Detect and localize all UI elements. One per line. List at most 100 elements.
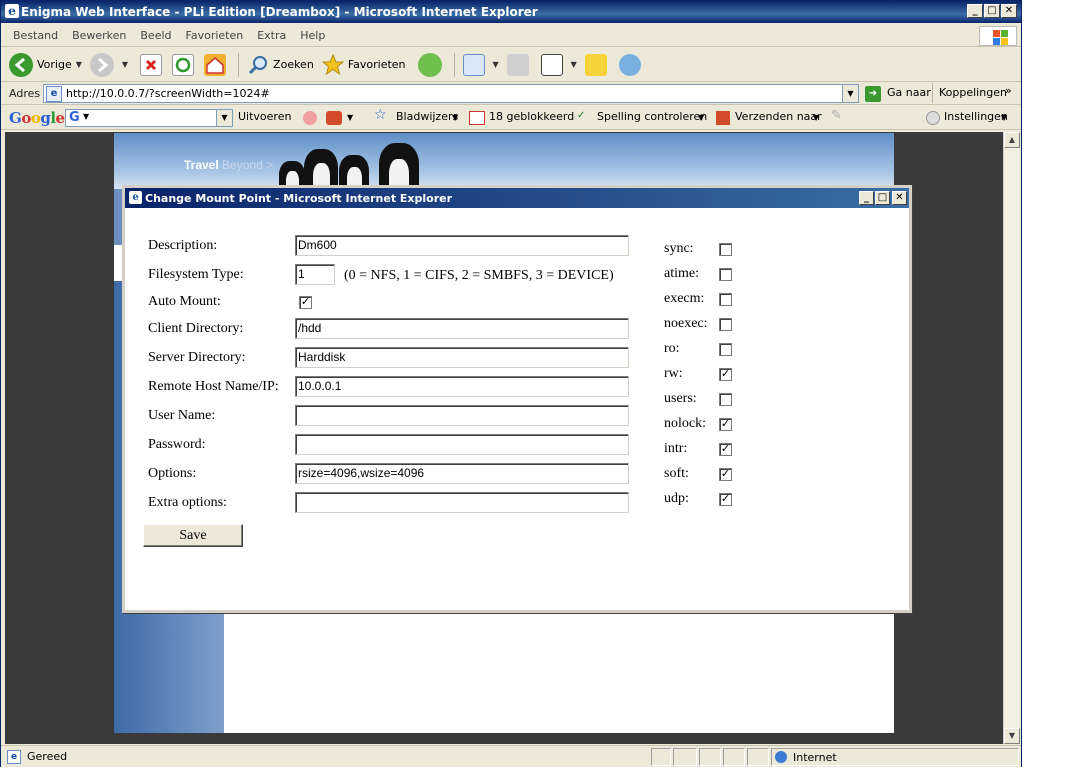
user-name-input[interactable] [295, 405, 629, 426]
flag-soft-checkbox[interactable]: ✓ [719, 468, 732, 481]
google-run-button[interactable]: Uitvoeren [238, 110, 291, 123]
send-to-dropdown-icon[interactable]: ▼ [813, 113, 819, 122]
back-dropdown-icon[interactable]: ▼ [76, 60, 82, 69]
close-button[interactable]: ✕ [1001, 4, 1017, 18]
remote-host-label: Remote Host Name/IP: [148, 379, 279, 394]
maximize-button[interactable]: □ [984, 4, 1000, 18]
filesystem-type-input[interactable]: 1 [295, 264, 335, 285]
flag-ro-label: ro: [664, 341, 680, 356]
favorites-button[interactable]: Favorieten [321, 53, 406, 76]
save-button[interactable]: Save [143, 524, 243, 547]
popup-blocker-icon[interactable] [469, 111, 485, 125]
description-input[interactable]: Dm600 [295, 235, 629, 256]
address-url[interactable]: http://10.0.0.7/?screenWidth=1024# [66, 87, 270, 100]
mail-icon[interactable] [462, 53, 485, 76]
server-directory-label: Server Directory: [148, 350, 246, 365]
remote-host-input[interactable]: 10.0.0.1 [295, 376, 629, 397]
flag-ro-checkbox[interactable] [719, 343, 732, 356]
popup-maximize-button[interactable]: □ [875, 191, 890, 205]
news-icon[interactable] [326, 111, 342, 125]
google-search-dropdown-icon[interactable]: ▼ [216, 110, 232, 126]
send-to-button[interactable]: Verzenden naar [735, 110, 822, 123]
flag-soft-label: soft: [664, 466, 689, 481]
popup-blocked-count[interactable]: 18 geblokkeerd [489, 110, 574, 123]
settings-dropdown-icon[interactable]: ▼ [1001, 113, 1007, 122]
google-menu-caret-icon[interactable]: ▼ [83, 112, 89, 121]
refresh-icon[interactable] [172, 53, 195, 76]
go-arrow-icon[interactable]: ➜ [865, 86, 881, 102]
search-button[interactable]: Zoeken [247, 54, 314, 76]
password-input[interactable] [295, 434, 629, 455]
spellcheck-dropdown-icon[interactable]: ▼ [698, 113, 704, 122]
banner-beyond: Beyond > [222, 158, 274, 172]
pagerank-icon [303, 111, 317, 125]
news-dropdown-icon[interactable]: ▼ [347, 113, 353, 122]
favorites-label: Favorieten [347, 58, 406, 71]
filesystem-type-hint: (0 = NFS, 1 = CIFS, 2 = SMBFS, 3 = DEVIC… [344, 268, 614, 283]
flag-nolock-checkbox[interactable]: ✓ [719, 418, 732, 431]
search-label: Zoeken [273, 58, 314, 71]
client-directory-input[interactable]: /hdd [295, 318, 629, 339]
links-button[interactable]: Koppelingen [939, 86, 1007, 99]
flag-rw-checkbox[interactable]: ✓ [719, 368, 732, 381]
options-input[interactable]: rsize=4096,wsize=4096 [295, 463, 629, 484]
stop-icon[interactable] [140, 53, 163, 76]
flag-udp-label: udp: [664, 491, 689, 506]
flag-noexec-checkbox[interactable] [719, 318, 732, 331]
forward-dropdown-icon[interactable]: ▼ [122, 60, 128, 69]
flag-sync-checkbox[interactable] [719, 243, 732, 256]
history-icon[interactable] [417, 52, 442, 77]
home-icon[interactable] [204, 53, 227, 76]
links-chevron-icon[interactable]: » [1005, 84, 1012, 97]
menu-beeld[interactable]: Beeld [140, 29, 171, 42]
bookmarks-button[interactable]: Bladwijzers [396, 110, 458, 123]
user-name-label: User Name: [148, 408, 216, 423]
menu-extra[interactable]: Extra [257, 29, 286, 42]
spellcheck-icon[interactable]: ✓ [577, 110, 585, 121]
popup-close-button[interactable]: ✕ [892, 191, 907, 205]
menu-help[interactable]: Help [300, 29, 325, 42]
flag-atime-checkbox[interactable] [719, 268, 732, 281]
standard-toolbar: Vorige ▼ ▼ Zoeken Favorieten ▼ ▼ [1, 48, 1021, 82]
popup-minimize-button[interactable]: _ [859, 191, 874, 205]
bookmark-star-icon[interactable]: ☆ [374, 107, 387, 123]
spellcheck-button[interactable]: Spelling controleren [597, 110, 707, 123]
highlighter-icon[interactable]: ✎ [831, 108, 842, 123]
status-panel [699, 748, 721, 766]
google-search-input[interactable]: G ▼ ▼ [65, 109, 233, 127]
flag-udp-checkbox[interactable]: ✓ [719, 493, 732, 506]
address-input[interactable]: e http://10.0.0.7/?screenWidth=1024# ▼ [43, 84, 859, 103]
address-dropdown-icon[interactable]: ▼ [842, 85, 858, 102]
scroll-up-arrow-icon[interactable]: ▲ [1004, 132, 1020, 148]
messenger-icon[interactable] [618, 53, 641, 76]
minimize-button[interactable]: _ [967, 4, 983, 18]
page-icon: e [46, 85, 62, 102]
flag-intr-checkbox[interactable]: ✓ [719, 443, 732, 456]
forward-button[interactable]: ▼ [89, 52, 128, 77]
popup-title-bar: e Change Mount Point - Microsoft Interne… [125, 188, 909, 208]
auto-mount-checkbox[interactable]: ✓ [299, 296, 312, 309]
menu-bestand[interactable]: Bestand [13, 29, 58, 42]
bookmarks-dropdown-icon[interactable]: ▼ [452, 113, 458, 122]
back-button[interactable]: Vorige ▼ [9, 52, 82, 77]
settings-button[interactable]: Instellingen [944, 110, 1008, 123]
menu-favorieten[interactable]: Favorieten [186, 29, 244, 42]
flag-users-checkbox[interactable] [719, 393, 732, 406]
send-to-icon[interactable] [716, 111, 730, 125]
penguin-image [304, 149, 338, 189]
scroll-down-arrow-icon[interactable]: ▼ [1004, 728, 1020, 744]
google-logo[interactable]: Google [9, 109, 65, 127]
notes-icon[interactable] [584, 53, 607, 76]
extra-options-input[interactable] [295, 492, 629, 513]
vertical-scrollbar[interactable]: ▲ ▼ [1003, 132, 1020, 744]
word-edit-icon[interactable] [540, 53, 563, 76]
menu-bewerken[interactable]: Bewerken [72, 29, 126, 42]
print-icon[interactable] [506, 53, 529, 76]
server-directory-input[interactable]: Harddisk [295, 347, 629, 368]
go-button[interactable]: Ga naar [887, 86, 931, 99]
settings-icon[interactable] [926, 111, 940, 125]
flag-execm-checkbox[interactable] [719, 293, 732, 306]
penguin-image [379, 143, 419, 189]
edit-dropdown-icon[interactable]: ▼ [571, 60, 577, 69]
mail-dropdown-icon[interactable]: ▼ [493, 60, 499, 69]
